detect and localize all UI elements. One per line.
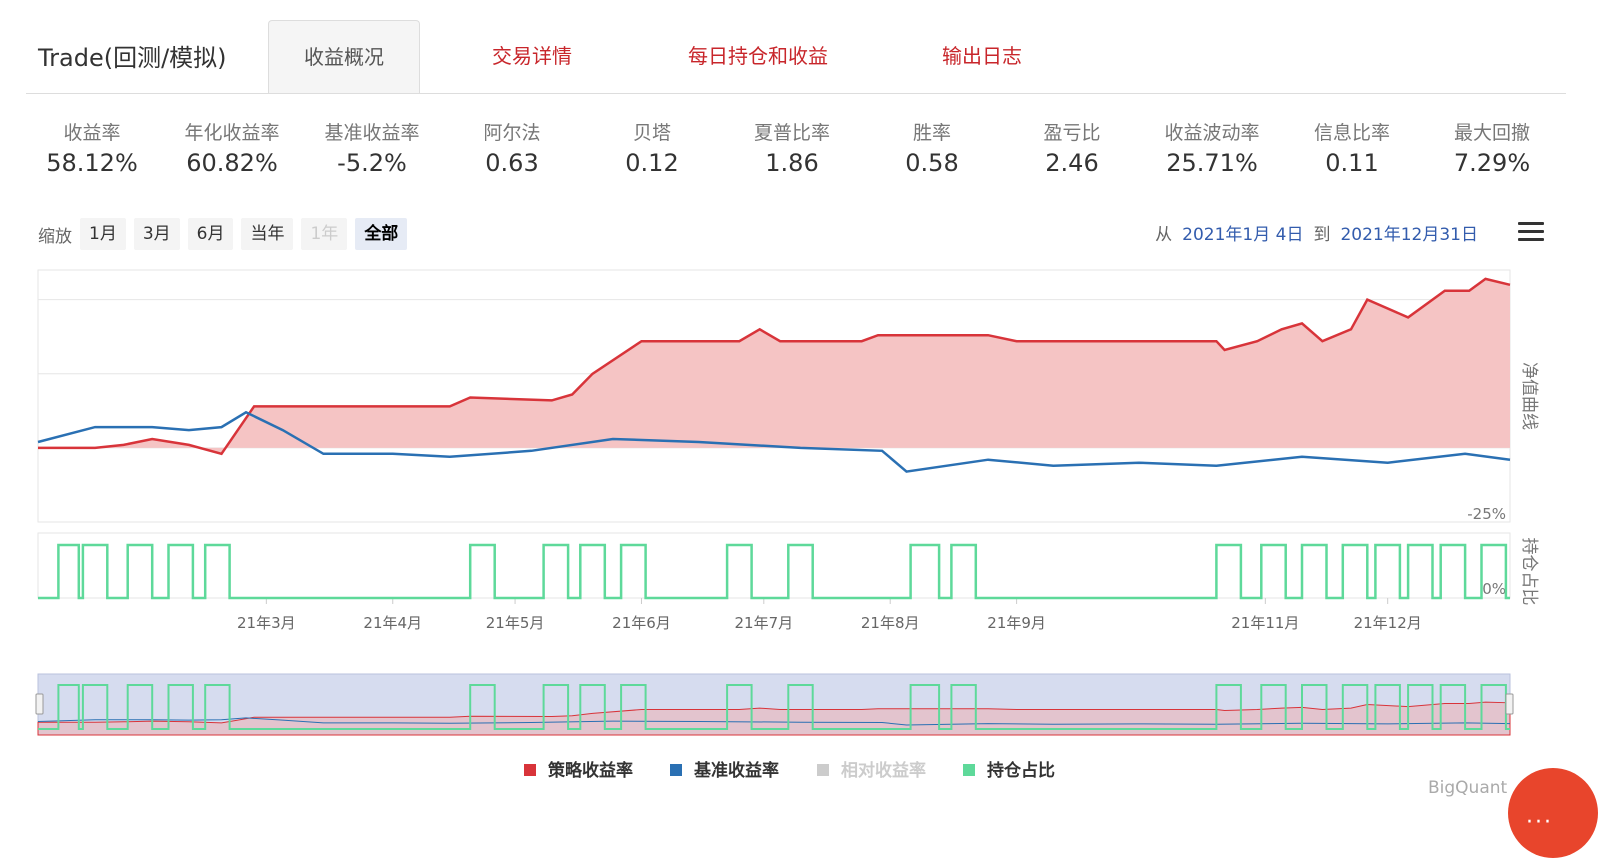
stat-profit-loss-ratio: 盈亏比 2.46 — [1002, 118, 1142, 177]
date-range: 从 2021年1月 4日 到 2021年12月31日 — [1155, 220, 1478, 245]
x-tick-label: 21年4月 — [363, 614, 422, 632]
stat-max-drawdown: 最大回撤 7.29% — [1422, 118, 1562, 177]
stat-label: 夏普比率 — [753, 122, 830, 144]
app-title: Trade(回测/模拟) — [38, 44, 227, 72]
x-tick-label: 21年12月 — [1354, 614, 1422, 632]
stat-label: 阿尔法 — [483, 122, 541, 144]
stat-label: 收益波动率 — [1164, 122, 1260, 144]
strategy-area — [38, 278, 1510, 454]
chat-bubble-icon[interactable]: ··· — [1508, 768, 1598, 858]
stat-value: -5.2% — [337, 149, 407, 177]
stat-value: 2.46 — [1045, 149, 1099, 177]
legend-item[interactable]: 相对收益率 — [817, 760, 926, 781]
legend-label: 基准收益率 — [693, 760, 779, 781]
stat-label: 最大回撤 — [1453, 122, 1530, 144]
range-to-label: 到 — [1313, 225, 1331, 245]
stat-value: 58.12% — [46, 149, 138, 177]
stat-value: 25.71% — [1166, 149, 1258, 177]
stat-alpha: 阿尔法 0.63 — [442, 118, 582, 177]
stat-value: 0.11 — [1325, 149, 1379, 177]
legend-swatch — [817, 764, 829, 776]
stat-value: 0.12 — [625, 149, 679, 177]
range-from-label: 从 — [1155, 225, 1173, 245]
x-tick-label: 21年3月 — [237, 614, 296, 632]
tab-divider — [26, 93, 1566, 94]
zoom-controls: 缩放 1月 3月 6月 当年 1年 全部 — [38, 218, 415, 250]
stat-value: 0.58 — [905, 149, 959, 177]
legend-item[interactable]: 策略收益率 — [524, 760, 633, 781]
x-tick-label: 21年5月 — [486, 614, 545, 632]
stat-label: 盈亏比 — [1043, 122, 1101, 144]
x-tick-label: 21年7月 — [734, 614, 793, 632]
zoom-label: 缩放 — [38, 226, 72, 247]
zoom-1y-button[interactable]: 1年 — [301, 218, 348, 250]
stat-value: 1.86 — [765, 149, 819, 177]
backtest-chart: -25%0%25%50%0%净值曲线持仓占比21年3月21年4月21年5月21年… — [35, 269, 1539, 781]
stat-information-ratio: 信息比率 0.11 — [1282, 118, 1422, 177]
stat-label: 贝塔 — [632, 122, 671, 144]
hamburger-menu-icon[interactable] — [1518, 222, 1544, 244]
range-from-input[interactable]: 2021年1月 4日 — [1182, 220, 1303, 245]
pane-title: 净值曲线 — [1519, 362, 1539, 430]
legend-label: 策略收益率 — [548, 760, 633, 781]
legend-item[interactable]: 持仓占比 — [963, 760, 1055, 781]
stat-label: 收益率 — [63, 122, 121, 144]
x-tick-label: 21年9月 — [987, 614, 1046, 632]
legend-swatch — [670, 764, 682, 776]
stat-win-rate: 胜率 0.58 — [862, 118, 1002, 177]
x-tick-label: 21年11月 — [1231, 614, 1299, 632]
zoom-all-button[interactable]: 全部 — [355, 218, 408, 250]
stat-value: 60.82% — [186, 149, 278, 177]
x-tick-label: 21年8月 — [861, 614, 920, 632]
tab-output-log[interactable]: 输出日志 — [912, 20, 1052, 92]
stat-value: 7.29% — [1453, 149, 1531, 177]
range-to-input[interactable]: 2021年12月31日 — [1340, 220, 1478, 245]
navigator-right-handle[interactable] — [1505, 693, 1514, 715]
tab-daily-positions[interactable]: 每日持仓和收益 — [672, 20, 844, 92]
stat-label: 信息比率 — [1313, 122, 1390, 144]
stat-value: 0.63 — [485, 149, 539, 177]
legend-label: 相对收益率 — [841, 760, 926, 781]
tab-trade-details[interactable]: 交易详情 — [462, 20, 602, 92]
watermark-text: BigQuant — [1428, 778, 1508, 798]
stat-label: 胜率 — [912, 122, 951, 144]
legend-swatch — [524, 764, 536, 776]
pane-title: 持仓占比 — [1519, 538, 1539, 606]
legend-item[interactable]: 基准收益率 — [670, 760, 779, 781]
y-tick-label: -25% — [1467, 505, 1506, 523]
navigator-left-handle[interactable] — [35, 693, 44, 715]
stat-beta: 贝塔 0.12 — [582, 118, 722, 177]
app-window: Trade(回测/模拟) 收益概况 交易详情 每日持仓和收益 输出日志 收益率 … — [0, 0, 1600, 858]
stat-label: 年化收益率 — [184, 122, 280, 144]
stats-row: 收益率 58.12% 年化收益率 60.82% 基准收益率 -5.2% 阿尔法 … — [22, 118, 1562, 188]
zoom-6m-button[interactable]: 6月 — [187, 218, 234, 250]
legend-label: 持仓占比 — [987, 760, 1055, 781]
stat-annual-return: 年化收益率 60.82% — [162, 118, 302, 177]
stat-volatility: 收益波动率 25.71% — [1142, 118, 1282, 177]
stat-benchmark-return: 基准收益率 -5.2% — [302, 118, 442, 177]
zoom-1m-button[interactable]: 1月 — [80, 218, 126, 250]
stat-label: 基准收益率 — [324, 122, 420, 144]
zoom-3m-button[interactable]: 3月 — [133, 218, 180, 250]
tab-overview[interactable]: 收益概况 — [268, 20, 420, 93]
position-line — [38, 543, 1510, 600]
legend-swatch — [963, 764, 975, 776]
position-pane-frame — [37, 532, 1511, 599]
y-tick-label: 0% — [1482, 580, 1506, 598]
stat-return: 收益率 58.12% — [22, 118, 162, 177]
zoom-ytd-button[interactable]: 当年 — [241, 218, 294, 250]
stat-sharpe: 夏普比率 1.86 — [722, 118, 862, 177]
x-tick-label: 21年6月 — [612, 614, 671, 632]
